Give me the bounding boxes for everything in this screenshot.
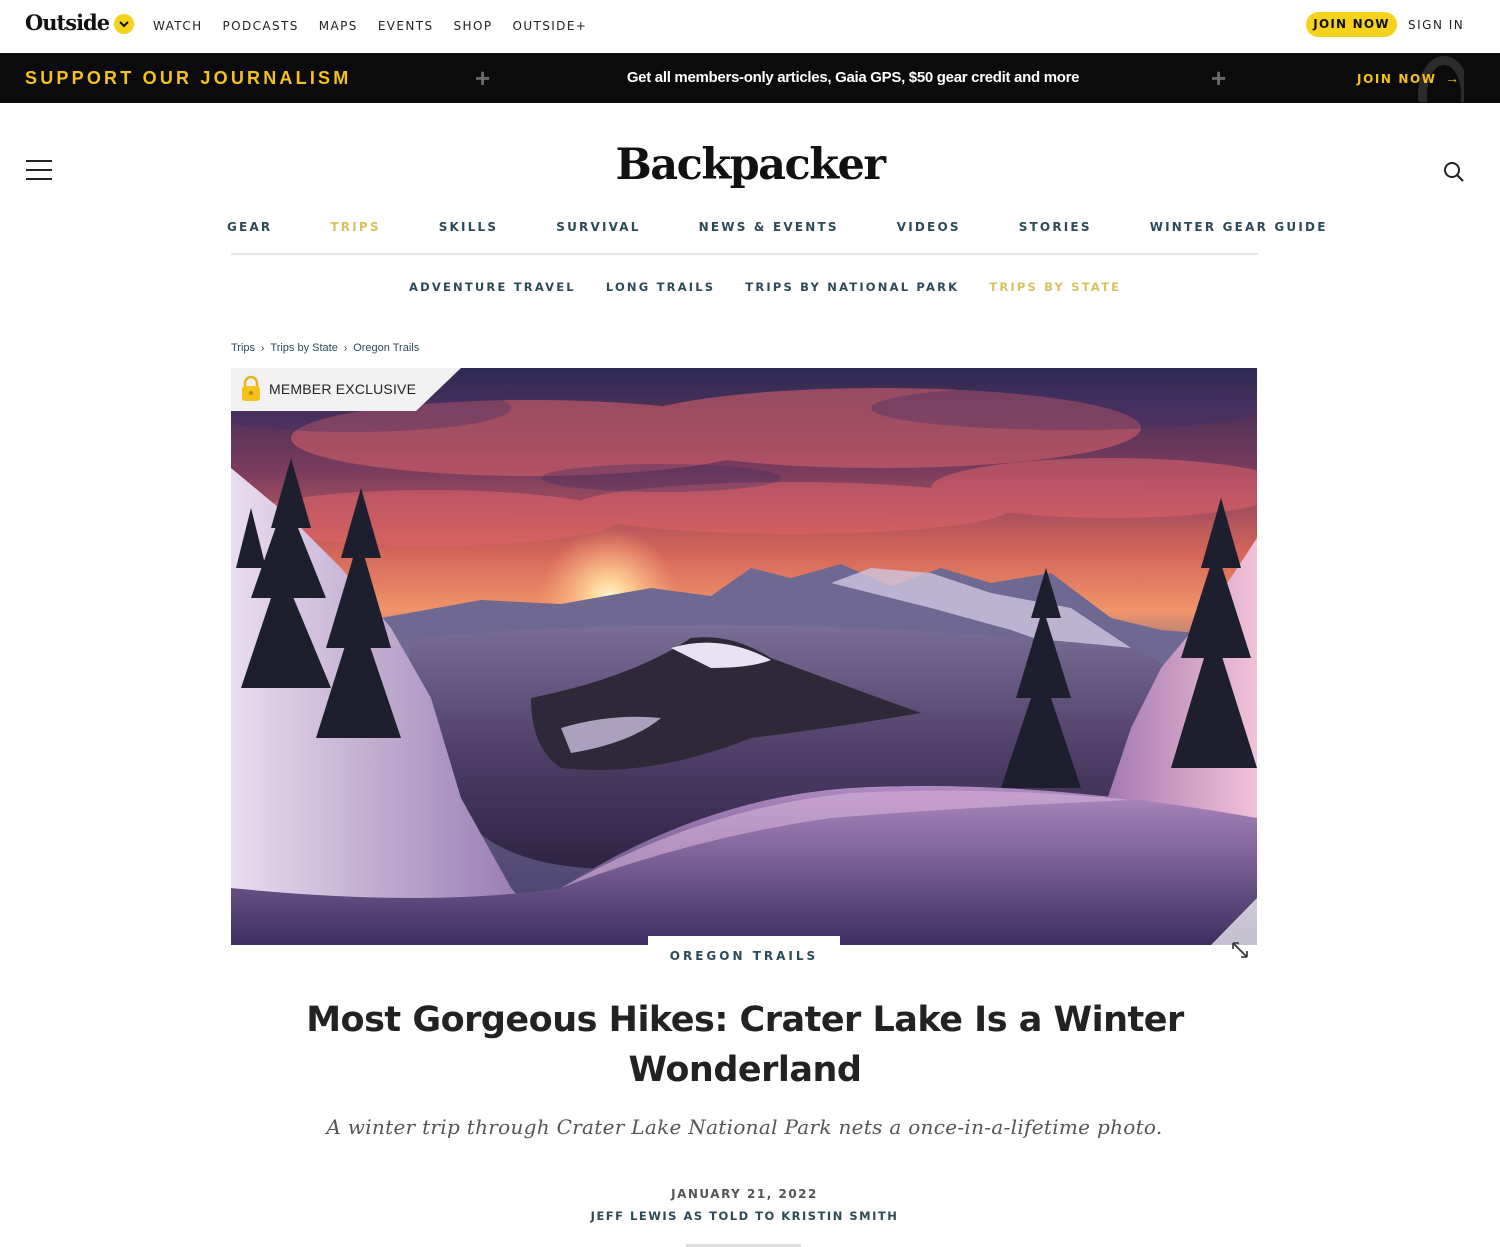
article-date: JANUARY 21, 2022 bbox=[671, 1187, 818, 1201]
subnav-trips-by-state[interactable]: TRIPS BY STATE bbox=[989, 280, 1121, 294]
outside-nav-shop[interactable]: SHOP bbox=[454, 19, 493, 33]
breadcrumb-trips-by-state[interactable]: Trips by State bbox=[270, 342, 337, 354]
outside-nav-events[interactable]: EVENTS bbox=[378, 19, 434, 33]
arrow-right-icon: → bbox=[1445, 70, 1460, 86]
chevron-down-icon[interactable] bbox=[114, 14, 134, 34]
nav-news-events[interactable]: NEWS & EVENTS bbox=[699, 220, 839, 234]
article-byline[interactable]: JEFF LEWIS AS TOLD TO KRISTIN SMITH bbox=[0, 1209, 1489, 1223]
sign-in-link[interactable]: SIGN IN bbox=[1408, 18, 1464, 32]
lock-icon bbox=[240, 375, 262, 408]
breadcrumb-trips[interactable]: Trips bbox=[231, 342, 255, 354]
nav-stories[interactable]: STORIES bbox=[1019, 220, 1092, 234]
site-logo[interactable]: Backpacker bbox=[0, 140, 1500, 190]
category-label[interactable]: OREGON TRAILS bbox=[648, 936, 840, 968]
outside-nav-watch[interactable]: WATCH bbox=[153, 19, 203, 33]
hero-image[interactable] bbox=[231, 368, 1257, 945]
member-exclusive-label: MEMBER EXCLUSIVE bbox=[269, 381, 417, 397]
nav-divider bbox=[231, 253, 1258, 255]
outside-nav-maps[interactable]: MAPS bbox=[319, 19, 358, 33]
article-headline: Most Gorgeous Hikes: Crater Lake Is a Wi… bbox=[306, 1000, 1184, 1090]
expand-icon[interactable] bbox=[1230, 940, 1250, 960]
secondary-nav: ADVENTURE TRAVEL LONG TRAILS TRIPS BY NA… bbox=[409, 280, 1151, 294]
outside-logo[interactable]: Outside bbox=[25, 10, 110, 35]
plus-icon: + bbox=[1211, 63, 1227, 93]
join-now-button[interactable]: JOIN NOW bbox=[1306, 12, 1397, 37]
outside-nav-outside-plus[interactable]: OUTSIDE+ bbox=[512, 19, 587, 33]
outside-nav-podcasts[interactable]: PODCASTS bbox=[223, 19, 299, 33]
promo-join-button[interactable]: JOIN NOW → bbox=[1357, 70, 1459, 88]
primary-nav: GEAR TRIPS SKILLS SURVIVAL NEWS & EVENTS… bbox=[227, 220, 1328, 234]
chevron-right-icon: › bbox=[343, 342, 348, 354]
search-icon[interactable] bbox=[1442, 160, 1466, 184]
outside-nav: WATCH PODCASTS MAPS EVENTS SHOP OUTSIDE+ bbox=[153, 0, 607, 52]
promo-center-text: Get all members-only articles, Gaia GPS,… bbox=[626, 69, 1080, 86]
breadcrumb-oregon-trails[interactable]: Oregon Trails bbox=[353, 342, 419, 354]
chevron-right-icon: › bbox=[261, 342, 265, 354]
nav-winter-gear-guide[interactable]: WINTER GEAR GUIDE bbox=[1150, 220, 1328, 234]
nav-trips[interactable]: TRIPS bbox=[330, 220, 380, 234]
subnav-adventure-travel[interactable]: ADVENTURE TRAVEL bbox=[409, 280, 576, 294]
nav-skills[interactable]: SKILLS bbox=[439, 220, 499, 234]
subnav-trips-by-national-park[interactable]: TRIPS BY NATIONAL PARK bbox=[745, 280, 959, 294]
nav-gear[interactable]: GEAR bbox=[227, 220, 272, 234]
promo-join-label: JOIN NOW bbox=[1357, 72, 1437, 86]
nav-videos[interactable]: VIDEOS bbox=[897, 220, 961, 234]
subnav-long-trails[interactable]: LONG TRAILS bbox=[606, 280, 715, 294]
promo-banner[interactable]: SUPPORT OUR JOURNALISM + Get all members… bbox=[0, 53, 1500, 103]
outside-global-bar: Outside WATCH PODCASTS MAPS EVENTS SHOP … bbox=[0, 0, 1500, 52]
article-dek: A winter trip through Crater Lake Nation… bbox=[326, 1115, 1163, 1139]
member-exclusive-badge: MEMBER EXCLUSIVE bbox=[231, 368, 461, 411]
nav-survival[interactable]: SURVIVAL bbox=[556, 220, 640, 234]
breadcrumb: Trips › Trips by State › Oregon Trails bbox=[231, 342, 419, 354]
